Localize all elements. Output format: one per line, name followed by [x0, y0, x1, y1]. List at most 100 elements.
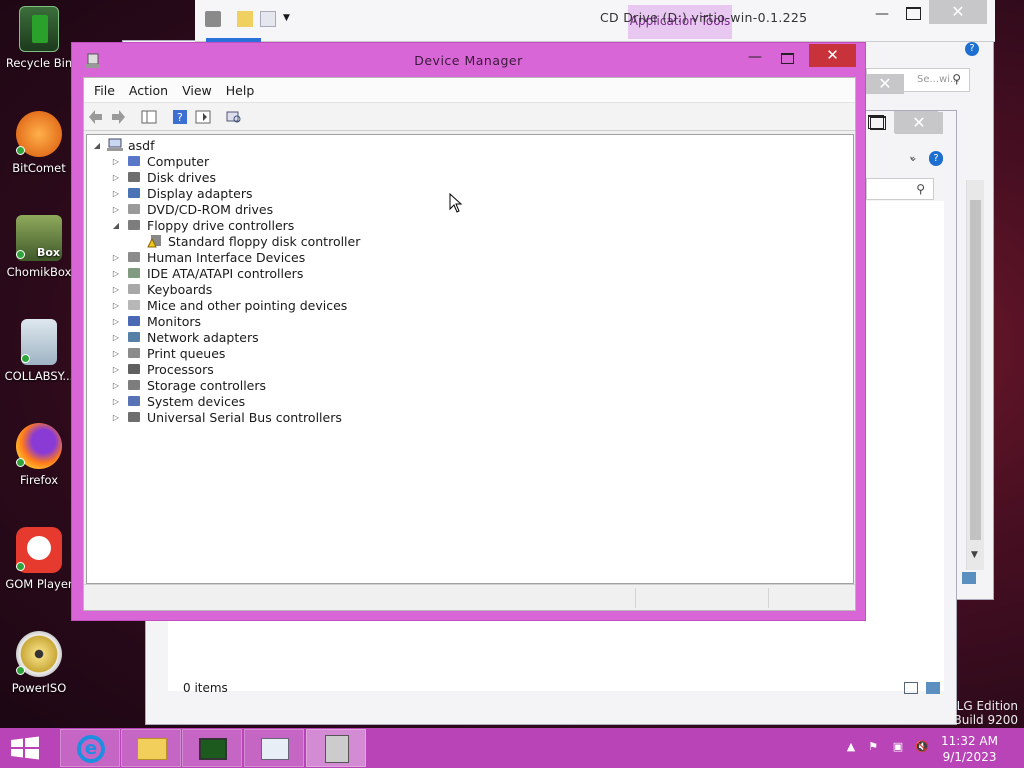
forward-icon[interactable] [110, 109, 126, 125]
menu-help[interactable]: Help [220, 78, 263, 102]
menu-file[interactable]: File [88, 78, 123, 102]
expand-arrow-icon[interactable]: ▷ [110, 189, 122, 198]
maximize-button[interactable] [906, 7, 921, 20]
expand-arrow-icon[interactable]: ▷ [110, 397, 122, 406]
network-icon[interactable]: ▣ [891, 740, 905, 754]
close-button[interactable]: ✕ [809, 44, 856, 67]
help-icon[interactable]: ? [929, 152, 943, 166]
firefox-icon [16, 423, 62, 469]
tree-node-label: IDE ATA/ATAPI controllers [147, 265, 304, 281]
expand-arrow-icon[interactable]: ▷ [110, 205, 122, 214]
desktop-icon-poweriso[interactable]: PowerISO [0, 631, 78, 695]
menu-view[interactable]: View [176, 78, 220, 102]
expand-arrow-icon[interactable]: ▷ [110, 413, 122, 422]
tree-node[interactable]: ▷ Print queues [110, 345, 225, 361]
tree-node[interactable]: ▷ Computer [110, 153, 209, 169]
expand-arrow-icon[interactable]: ▷ [110, 157, 122, 166]
tree-node[interactable]: ▷ Universal Serial Bus controllers [110, 409, 342, 425]
bitcomet-icon [16, 111, 62, 157]
tree-node[interactable]: ◢ Floppy drive controllers [110, 217, 294, 233]
computer-icon [126, 154, 142, 168]
action-center-flag-icon[interactable]: ⚑ [866, 740, 880, 754]
new-folder-icon[interactable] [237, 11, 253, 27]
taskbar-app-green[interactable] [182, 729, 242, 767]
taskbar-internet-explorer[interactable]: e [60, 729, 120, 767]
volume-muted-icon[interactable]: 🔇 [915, 740, 929, 754]
desktop-icon-recycle-bin[interactable]: Recycle Bin [0, 6, 78, 70]
expand-arrow-icon[interactable]: ▷ [110, 301, 122, 310]
close-button[interactable]: ✕ [895, 112, 943, 134]
performance-monitor-icon [261, 738, 289, 760]
scan-hardware-icon[interactable] [226, 109, 242, 125]
collapse-arrow-icon[interactable]: ◢ [91, 141, 103, 150]
details-view-icon[interactable] [904, 682, 918, 694]
expand-arrow-icon[interactable]: ▷ [110, 381, 122, 390]
back-icon[interactable] [88, 109, 104, 125]
menu-action[interactable]: Action [123, 78, 176, 102]
document-icon[interactable] [260, 11, 276, 27]
explorer-search-box-2[interactable]: ⚲ [866, 178, 934, 200]
chevron-down-icon[interactable]: ⌄ [908, 150, 918, 164]
minimize-button[interactable]: — [870, 5, 894, 23]
scroll-down-icon[interactable]: ▼ [971, 550, 978, 560]
desktop-icon-gom-player[interactable]: GOM Player [0, 527, 78, 591]
maximize-button[interactable] [870, 116, 886, 130]
expand-arrow-icon[interactable]: ▷ [110, 333, 122, 342]
close-button[interactable]: ✕ [929, 0, 987, 24]
title-bar[interactable]: Device Manager — ✕ [72, 43, 865, 77]
tree-node[interactable]: ▷ Keyboards [110, 281, 212, 297]
clock[interactable]: 11:32 AM 9/1/2023 [941, 733, 998, 765]
tree-node[interactable]: ▷ IDE ATA/ATAPI controllers [110, 265, 303, 281]
expand-arrow-icon[interactable]: ▷ [110, 253, 122, 262]
minimize-button[interactable]: — [742, 49, 768, 69]
tree-node[interactable]: ▷ Human Interface Devices [110, 249, 305, 265]
tree-node[interactable]: ▷ Monitors [110, 313, 201, 329]
maximize-button[interactable] [774, 49, 800, 69]
collapse-arrow-icon[interactable]: ◢ [110, 221, 122, 230]
device-tree[interactable]: ◢ asdf ▷ Computer ▷ Disk drives ▷ Display ada… [86, 134, 854, 584]
processor-icon [126, 362, 142, 376]
show-hide-tree-icon[interactable] [141, 109, 157, 125]
expand-arrow-icon[interactable]: ▷ [110, 317, 122, 326]
explorer-ribbon-strip: ▼ Application Tools CD Drive (D:) virtio… [195, 0, 995, 56]
desktop-icon-chomikbox[interactable]: Box ChomikBox [0, 215, 78, 279]
close-button[interactable]: ✕ [866, 74, 904, 94]
device-manager-window[interactable]: Device Manager — ✕ File Action View Help… [71, 42, 866, 621]
display-adapter-icon [126, 186, 142, 200]
tree-child-node[interactable]: Standard floppy disk controller [131, 233, 360, 249]
desktop-icon-bitcomet[interactable]: BitComet [0, 111, 78, 175]
explorer-scrollbar[interactable]: ▼ [966, 180, 984, 570]
taskbar-file-explorer[interactable] [121, 729, 181, 767]
internet-explorer-icon: e [77, 735, 105, 763]
tree-node[interactable]: ▷ Processors [110, 361, 214, 377]
status-bar [84, 584, 855, 610]
expand-arrow-icon[interactable]: ▷ [110, 285, 122, 294]
taskbar-performance-monitor[interactable] [244, 729, 304, 767]
tree-node[interactable]: ▷ Storage controllers [110, 377, 266, 393]
properties-icon[interactable] [195, 109, 211, 125]
expand-arrow-icon[interactable]: ▷ [110, 173, 122, 182]
expand-arrow-icon[interactable]: ▷ [110, 365, 122, 374]
search-icon[interactable]: ⚲ [952, 72, 961, 86]
help-icon[interactable]: ? [965, 42, 979, 56]
taskbar-device-manager[interactable] [306, 729, 366, 767]
explorer-right-pane-icon[interactable] [962, 572, 976, 584]
search-icon[interactable]: ⚲ [916, 182, 925, 196]
qat-dropdown-icon[interactable]: ▼ [283, 13, 290, 23]
tree-root[interactable]: ◢ asdf [91, 137, 155, 153]
tree-node[interactable]: ▷ Mice and other pointing devices [110, 297, 347, 313]
large-icons-view-icon[interactable] [926, 682, 940, 694]
properties-icon[interactable] [205, 11, 221, 27]
desktop-icon-firefox[interactable]: Firefox [0, 423, 78, 487]
expand-arrow-icon[interactable]: ▷ [110, 349, 122, 358]
desktop-icon-collabsy[interactable]: COLLABSY... [0, 319, 78, 383]
expand-arrow-icon[interactable]: ▷ [110, 269, 122, 278]
help-icon[interactable]: ? [172, 109, 188, 125]
start-button[interactable] [8, 736, 42, 760]
show-hidden-icons-icon[interactable]: ▲ [844, 740, 858, 754]
tree-node[interactable]: ▷ System devices [110, 393, 245, 409]
tree-node[interactable]: ▷ Network adapters [110, 329, 259, 345]
tree-node[interactable]: ▷ DVD/CD-ROM drives [110, 201, 273, 217]
tree-node[interactable]: ▷ Disk drives [110, 169, 216, 185]
tree-node[interactable]: ▷ Display adapters [110, 185, 253, 201]
